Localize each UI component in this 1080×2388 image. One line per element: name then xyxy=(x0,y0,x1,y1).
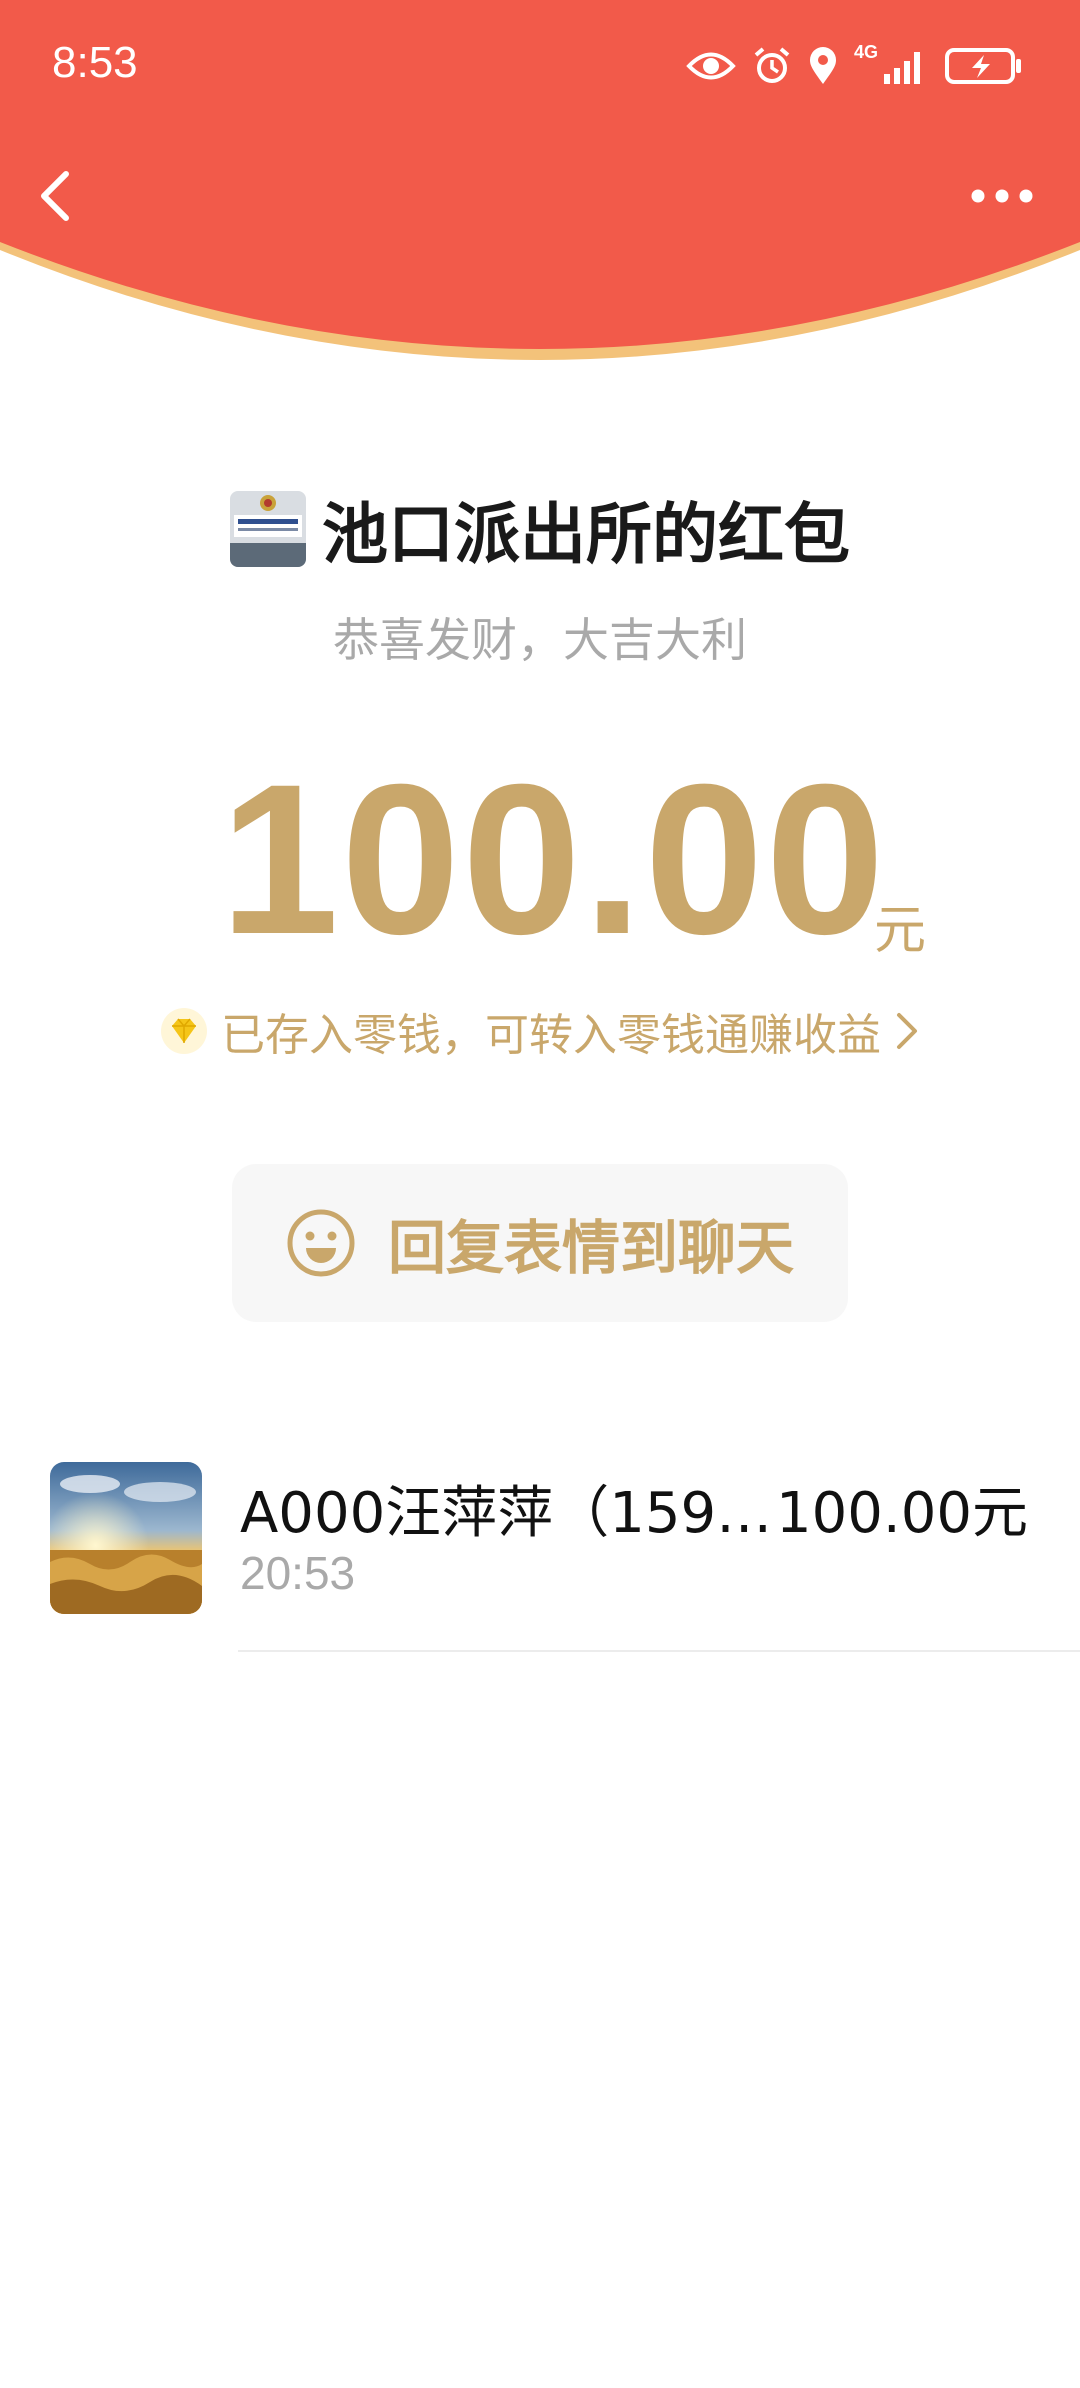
back-button[interactable] xyxy=(30,160,110,240)
sender-avatar[interactable] xyxy=(230,491,306,567)
avatar[interactable] xyxy=(50,1462,202,1614)
amount-unit: 元 xyxy=(874,901,927,961)
list-item[interactable]: A000汪萍萍（159… 100.00元 20:53 xyxy=(0,1440,1080,1652)
status-icons: 4G xyxy=(686,38,1024,94)
chevron-left-icon xyxy=(41,171,69,221)
record-amount: 100.00元 xyxy=(776,1481,1028,1546)
greeting-text: 恭喜发财，大吉大利 xyxy=(333,613,747,667)
sender-title: 池口派出所的红包 xyxy=(322,496,850,573)
sender-row: 池口派出所的红包 xyxy=(0,484,1080,574)
record-name: A000汪萍萍（159… xyxy=(240,1481,773,1546)
chevron-right-icon xyxy=(897,1013,917,1049)
saved-to-change-link[interactable]: 已存入零钱，可转入零钱通赚收益 xyxy=(0,996,1080,1066)
reply-emoji-button[interactable]: 回复表情到聊天 xyxy=(232,1164,848,1322)
status-bar: 8:53 4G xyxy=(0,0,1080,140)
signal-icon xyxy=(884,52,920,84)
more-dots-icon xyxy=(971,189,1033,203)
alarm-icon xyxy=(754,47,790,83)
status-time: 8:53 xyxy=(52,38,138,87)
eye-icon xyxy=(686,52,736,80)
amount-row: 100.00 元 xyxy=(0,750,1080,970)
location-icon xyxy=(810,47,836,84)
diamond-icon xyxy=(161,1008,207,1054)
record-time: 20:53 xyxy=(240,1547,356,1599)
battery-charging-icon xyxy=(945,48,1021,84)
signal-indicator: 4G xyxy=(854,42,928,86)
divider xyxy=(238,1650,1080,1652)
saved-text: 已存入零钱，可转入零钱通赚收益 xyxy=(221,1010,881,1061)
smiley-icon xyxy=(287,1209,355,1277)
more-button[interactable] xyxy=(962,168,1042,228)
amount-value: 100.00 xyxy=(220,740,887,979)
reply-label: 回复表情到聊天 xyxy=(387,1214,794,1282)
